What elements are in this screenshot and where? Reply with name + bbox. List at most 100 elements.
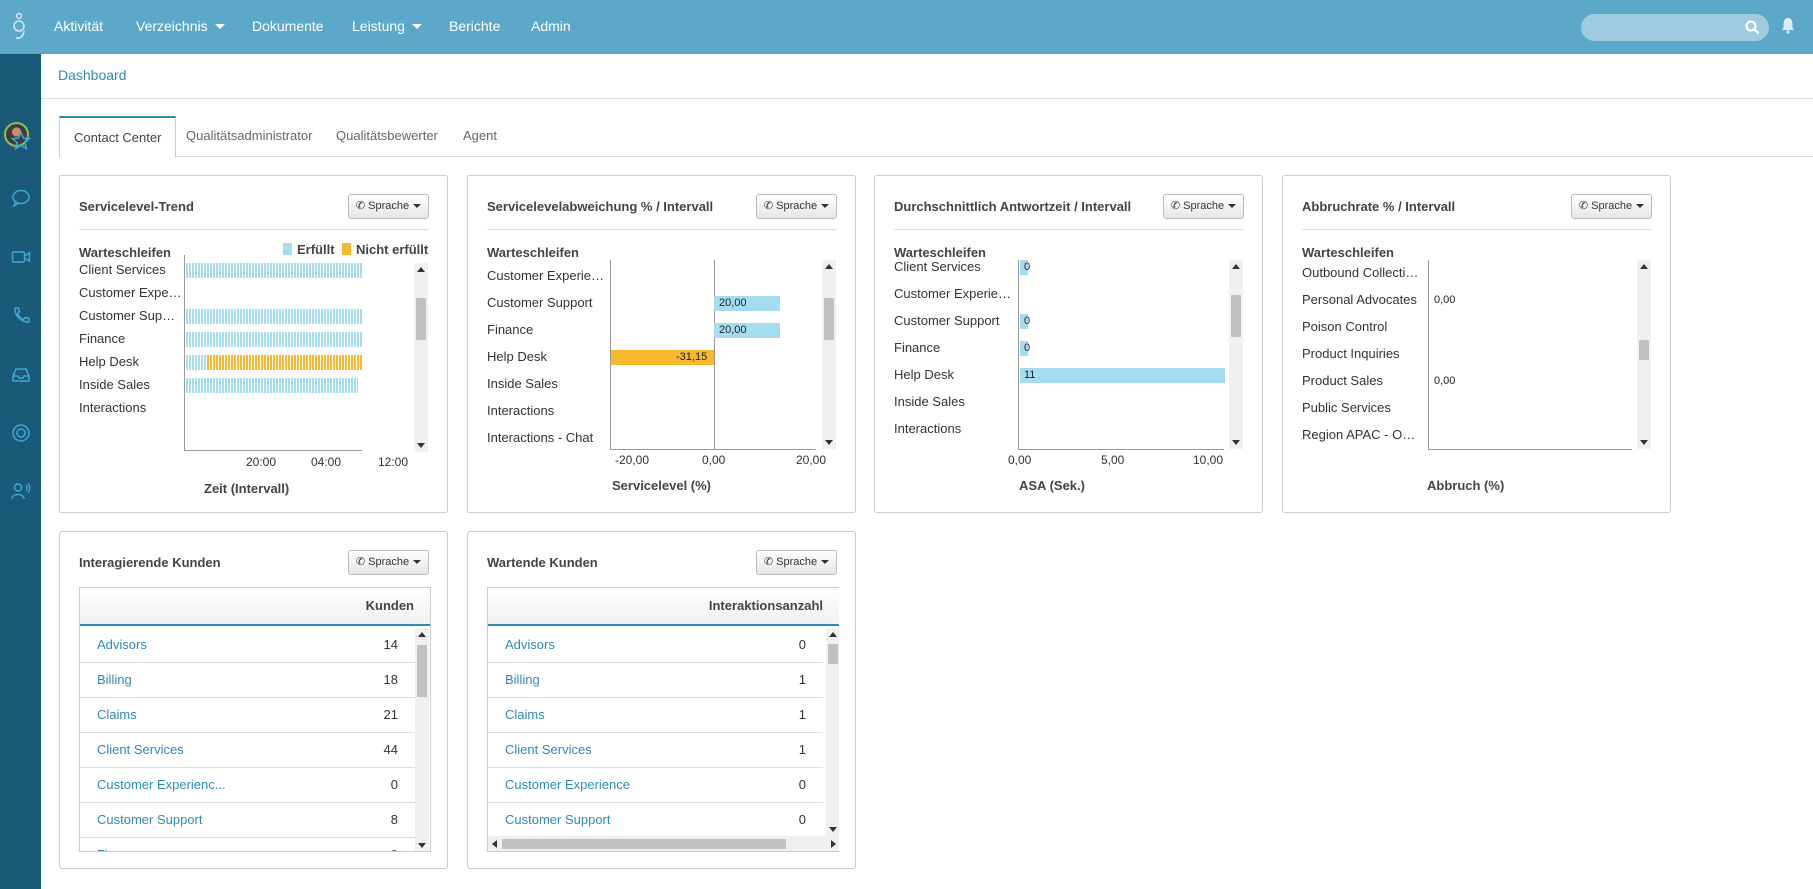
divider	[894, 229, 1244, 230]
queue-link[interactable]: Customer Support	[505, 812, 611, 827]
asa-panel: Durchschnittlich Antwortzeit / Intervall…	[874, 175, 1263, 513]
queue-label: Public Services	[1302, 400, 1391, 415]
table-row[interactable]: Claims 1	[488, 698, 823, 733]
favorites-star-icon[interactable]	[8, 128, 34, 154]
nav-dokumente[interactable]: Dokumente	[252, 0, 324, 54]
horizontal-scrollbar[interactable]	[488, 836, 839, 851]
chart-scrollbar[interactable]	[414, 263, 428, 452]
chat-bubble-icon[interactable]	[8, 185, 34, 211]
x-tick: 10,00	[1193, 453, 1224, 467]
chart-scrollbar[interactable]	[1229, 260, 1243, 449]
table-row[interactable]: Fi... 9	[80, 838, 415, 851]
scroll-thumb[interactable]	[502, 839, 786, 849]
table-header[interactable]: Kunden	[80, 588, 430, 626]
table-row[interactable]: Billing 1	[488, 663, 823, 698]
queue-label: Customer Experie…	[487, 268, 605, 283]
x-tick: 12:00	[378, 455, 409, 469]
table-row[interactable]: Client Services 1	[488, 733, 823, 768]
bar-met	[186, 332, 362, 347]
table-row[interactable]: Client Services 44	[80, 733, 415, 768]
queue-label: Interactions - Chat	[487, 430, 594, 445]
chevron-down-icon	[413, 560, 422, 564]
chart-scrollbar[interactable]	[1637, 260, 1651, 449]
count-value: 1	[798, 672, 806, 687]
table-row[interactable]: Customer Support 0	[488, 803, 823, 838]
language-filter-button[interactable]: ✆ Sprache	[756, 194, 837, 219]
language-filter-button[interactable]: ✆ Sprache	[1571, 194, 1652, 219]
phone-icon[interactable]	[8, 303, 34, 329]
phone-icon: ✆	[1578, 200, 1592, 212]
nav-verzeichnis[interactable]: Verzeichnis	[136, 0, 225, 54]
bar-met	[186, 263, 362, 278]
chevron-down-icon	[1228, 204, 1237, 208]
x-axis-title: Abbruch (%)	[1427, 478, 1505, 493]
bar-unmet	[207, 355, 362, 370]
search-input[interactable]	[1581, 14, 1769, 41]
nav-leistung[interactable]: Leistung	[352, 0, 422, 54]
x-axis-line	[1018, 449, 1224, 450]
table-scrollbar[interactable]	[415, 628, 429, 851]
language-filter-button[interactable]: ✆ Sprache	[348, 550, 429, 575]
panel-title: Servicelevelabweichung % / Intervall	[487, 199, 714, 214]
queue-label: Inside Sales	[487, 376, 558, 391]
tab-qualitaetsadministrator[interactable]: Qualitätsadministrator	[186, 116, 312, 157]
nav-aktivitaet[interactable]: Aktivität	[54, 0, 103, 54]
scroll-left-icon[interactable]	[492, 840, 497, 848]
bar-value-label: -31,15	[676, 351, 708, 363]
queue-link[interactable]: Billing	[97, 672, 132, 687]
count-value: 1	[798, 742, 806, 757]
nav-admin[interactable]: Admin	[531, 0, 571, 54]
legend-swatch-unmet	[342, 243, 351, 255]
abandon-rate-panel: Abbruchrate % / Intervall ✆ Sprache Wart…	[1282, 175, 1671, 513]
table-row[interactable]: Customer Experienc... 0	[80, 768, 415, 803]
phone-icon: ✆	[763, 556, 777, 568]
x-axis-title: Servicelevel (%)	[612, 478, 712, 493]
breadcrumb[interactable]: Dashboard	[58, 67, 127, 83]
bar-met	[186, 309, 362, 324]
queue-link[interactable]: Client Services	[97, 742, 184, 757]
queue-link[interactable]: Customer Experienc...	[97, 777, 226, 792]
queue-link[interactable]: Fi...	[97, 847, 119, 851]
language-filter-button[interactable]: ✆ Sprache	[348, 194, 429, 219]
queue-link[interactable]: Customer Experience	[505, 777, 630, 792]
language-filter-button[interactable]: ✆ Sprache	[1163, 194, 1244, 219]
support-lifebuoy-icon[interactable]	[8, 420, 34, 446]
table-row[interactable]: Advisors 14	[80, 628, 415, 663]
table-row[interactable]: Customer Experience 0	[488, 768, 823, 803]
scroll-right-icon[interactable]	[831, 840, 836, 848]
queue-label: Interactions	[79, 400, 147, 415]
queue-link[interactable]: Claims	[97, 707, 137, 722]
inbox-icon[interactable]	[8, 362, 34, 388]
table-scrollbar[interactable]	[826, 628, 839, 836]
queue-link[interactable]: Claims	[505, 707, 545, 722]
nav-berichte[interactable]: Berichte	[449, 0, 500, 54]
queue-label: Interactions	[894, 421, 962, 436]
bell-icon[interactable]	[1781, 17, 1795, 34]
chart-scrollbar[interactable]	[822, 260, 836, 449]
queue-link[interactable]: Customer Support	[97, 812, 203, 827]
top-navigation-bar: Aktivität Verzeichnis Dokumente Leistung…	[0, 0, 1813, 54]
video-camera-icon[interactable]	[8, 244, 34, 270]
y-axis-line	[1018, 260, 1019, 449]
table-row[interactable]: Customer Support 8	[80, 803, 415, 838]
x-tick: -20,00	[615, 453, 650, 467]
table-header[interactable]: Interaktionsanzahl	[488, 588, 839, 626]
tab-qualitaetsbewerter[interactable]: Qualitätsbewerter	[336, 116, 438, 157]
search-icon[interactable]	[1745, 20, 1760, 35]
queue-link[interactable]: Advisors	[97, 637, 147, 652]
queue-link[interactable]: Client Services	[505, 742, 592, 757]
table-row[interactable]: Claims 21	[80, 698, 415, 733]
table-row[interactable]: Advisors 0	[488, 628, 823, 663]
tab-contact-center[interactable]: Contact Center	[59, 116, 177, 158]
bar-value-label: 0,00	[1434, 294, 1456, 306]
x-axis-line	[610, 449, 816, 450]
genesys-logo-icon[interactable]	[8, 12, 30, 42]
queue-label: Customer Support	[79, 308, 182, 323]
user-voice-icon[interactable]	[8, 478, 34, 504]
table-row[interactable]: Billing 18	[80, 663, 415, 698]
queue-link[interactable]: Advisors	[505, 637, 555, 652]
tab-agent[interactable]: Agent	[463, 116, 497, 157]
queue-link[interactable]: Billing	[505, 672, 540, 687]
language-filter-button[interactable]: ✆ Sprache	[756, 550, 837, 575]
bar-value-label: 0,00	[1434, 375, 1456, 387]
